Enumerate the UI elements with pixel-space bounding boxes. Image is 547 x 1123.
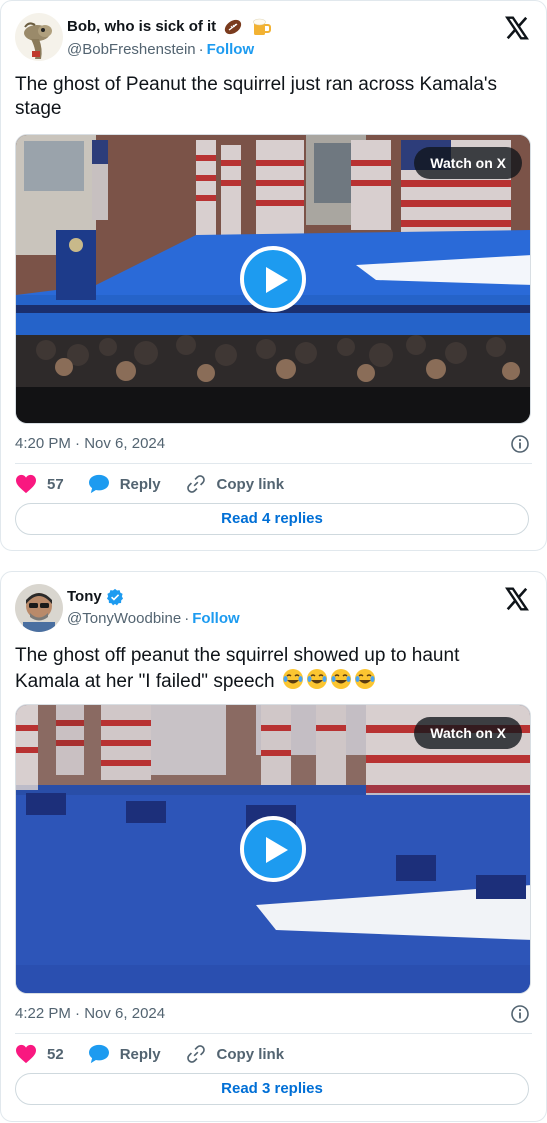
display-name[interactable]: Tony xyxy=(67,587,102,607)
link-icon xyxy=(186,1045,205,1063)
tweet-card: Bob, who is sick of it @BobFreshenstein ·… xyxy=(0,0,547,551)
read-replies-button[interactable]: Read 4 replies xyxy=(15,503,529,535)
tweet-header: Bob, who is sick of it @BobFreshenstein ·… xyxy=(15,11,532,61)
divider xyxy=(15,1033,532,1034)
face-with-tears-of-joy-icon xyxy=(306,669,327,689)
like-count: 57 xyxy=(47,475,64,493)
reply-bubble-icon xyxy=(88,1044,109,1064)
reply-button[interactable]: Reply xyxy=(88,1044,161,1064)
like-count: 52 xyxy=(47,1045,64,1063)
display-name[interactable]: Bob, who is sick of it xyxy=(67,17,216,37)
tweet-date[interactable]: Nov 6, 2024 xyxy=(84,1005,165,1022)
tweet-text: The ghost off peanut the squirrel showed… xyxy=(15,645,460,692)
reply-label: Reply xyxy=(119,475,161,493)
copy-link-label: Copy link xyxy=(216,1045,285,1063)
copy-link-button[interactable]: Copy link xyxy=(185,1043,285,1065)
x-logo-icon[interactable] xyxy=(504,586,530,612)
face-with-tears-of-joy-icon xyxy=(354,669,375,689)
follow-button[interactable]: Follow xyxy=(192,610,240,627)
separator: · xyxy=(184,610,190,627)
heart-icon xyxy=(16,474,36,494)
handle[interactable]: @BobFreshenstein xyxy=(67,41,196,58)
handle[interactable]: @TonyWoodbine xyxy=(67,610,181,627)
avatar[interactable] xyxy=(15,584,63,632)
play-icon xyxy=(266,267,288,293)
reply-label: Reply xyxy=(119,1045,161,1063)
action-bar: 52 Reply Copy link xyxy=(15,1042,532,1066)
timestamp-row[interactable]: 4:20 PM · Nov 6, 2024 xyxy=(15,432,532,456)
tweet-text: The ghost of Peanut the squirrel just ra… xyxy=(15,74,498,119)
like-button[interactable]: 52 xyxy=(15,1044,64,1064)
avatar[interactable] xyxy=(15,13,63,61)
copy-link-button[interactable]: Copy link xyxy=(185,473,285,495)
beer-mug-icon xyxy=(253,18,272,35)
face-with-tears-of-joy-icon xyxy=(282,669,303,689)
tweet-time[interactable]: 4:20 PM xyxy=(15,435,71,452)
video-media[interactable]: Watch on X xyxy=(15,134,531,424)
play-button[interactable] xyxy=(240,816,306,882)
tweet-header: Tony @TonyWoodbine · Follow xyxy=(15,582,532,632)
info-icon[interactable] xyxy=(510,434,530,454)
copy-link-label: Copy link xyxy=(216,475,285,493)
play-button[interactable] xyxy=(240,246,306,312)
play-icon xyxy=(266,837,288,863)
action-bar: 57 Reply Copy link xyxy=(15,472,532,496)
verified-badge-icon xyxy=(106,588,123,606)
divider xyxy=(15,463,532,464)
reply-bubble-icon xyxy=(88,474,109,494)
heart-icon xyxy=(16,1044,36,1064)
separator: · xyxy=(198,41,204,58)
timestamp-row[interactable]: 4:22 PM · Nov 6, 2024 xyxy=(15,1002,532,1026)
football-icon xyxy=(225,19,242,35)
tweet-time[interactable]: 4:22 PM xyxy=(15,1005,71,1022)
face-with-tears-of-joy-icon xyxy=(330,669,351,689)
info-icon[interactable] xyxy=(510,1004,530,1024)
video-media[interactable]: Watch on X xyxy=(15,704,531,994)
follow-button[interactable]: Follow xyxy=(207,41,255,58)
read-replies-button[interactable]: Read 3 replies xyxy=(15,1073,529,1105)
watch-on-x-button[interactable]: Watch on X xyxy=(414,717,522,749)
tweet-date[interactable]: Nov 6, 2024 xyxy=(84,435,165,452)
reply-button[interactable]: Reply xyxy=(88,474,161,494)
watch-on-x-button[interactable]: Watch on X xyxy=(414,147,522,179)
link-icon xyxy=(186,475,205,493)
x-logo-icon[interactable] xyxy=(504,15,530,41)
like-button[interactable]: 57 xyxy=(15,474,64,494)
tweet-card: Tony @TonyWoodbine · Follow The ghost off … xyxy=(0,571,547,1122)
tweet-text-container: The ghost off peanut the squirrel showed… xyxy=(15,644,526,694)
